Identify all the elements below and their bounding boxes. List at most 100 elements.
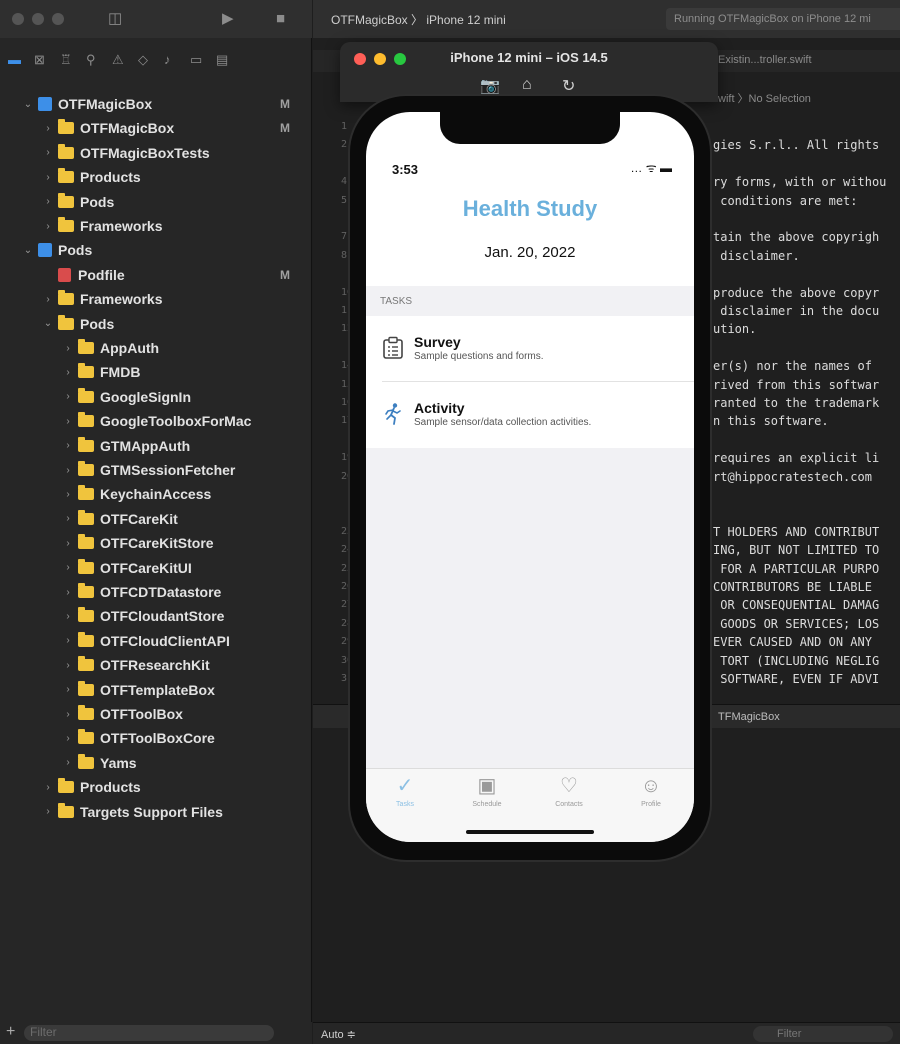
navigator-row[interactable]: › Yams bbox=[0, 751, 312, 775]
chevron-right-icon[interactable]: › bbox=[62, 465, 74, 476]
navigator-row[interactable]: › AppAuth bbox=[0, 336, 312, 360]
chevron-right-icon[interactable]: › bbox=[62, 733, 74, 744]
navigator-row[interactable]: › GTMAppAuth bbox=[0, 434, 312, 458]
code-line: gies S.r.l.. All rights bbox=[713, 138, 880, 153]
navigator-row[interactable]: › KeychainAccess bbox=[0, 482, 312, 506]
scheme-breadcrumb[interactable]: OTFMagicBox 〉 iPhone 12 mini bbox=[331, 11, 506, 28]
find-navigator-icon[interactable]: ⚲ bbox=[86, 52, 96, 68]
tab-tasks[interactable]: ✓ Tasks bbox=[370, 775, 440, 808]
chevron-right-icon[interactable]: › bbox=[42, 196, 54, 207]
tab-profile[interactable]: ☺ Profile bbox=[616, 775, 686, 808]
chevron-right-icon[interactable]: › bbox=[62, 709, 74, 720]
editor-tab[interactable]: Existin...troller.swift bbox=[718, 54, 812, 66]
navigator-row[interactable]: › OTFCareKitUI bbox=[0, 556, 312, 580]
folder-icon bbox=[78, 387, 94, 403]
chevron-right-icon[interactable]: › bbox=[42, 221, 54, 232]
window-zoom-button[interactable] bbox=[52, 13, 64, 25]
chevron-right-icon[interactable]: › bbox=[62, 367, 74, 378]
navigator-row[interactable]: › Frameworks bbox=[0, 287, 312, 311]
chevron-right-icon[interactable]: › bbox=[62, 587, 74, 598]
chevron-right-icon[interactable]: › bbox=[62, 513, 74, 524]
chevron-right-icon[interactable]: › bbox=[62, 757, 74, 768]
navigator-row[interactable]: › OTFCDTDatastore bbox=[0, 580, 312, 604]
report-navigator-icon[interactable]: ▤ bbox=[216, 52, 228, 68]
navigator-row[interactable]: › OTFMagicBoxTests bbox=[0, 141, 312, 165]
window-minimize-button[interactable] bbox=[32, 13, 44, 25]
source-control-navigator-icon[interactable]: ⊠ bbox=[34, 52, 45, 68]
navigator-row[interactable]: › OTFCareKitStore bbox=[0, 531, 312, 555]
navigator-row[interactable]: › Products bbox=[0, 165, 312, 189]
navigator-row[interactable]: › Pods bbox=[0, 190, 312, 214]
chevron-down-icon[interactable]: ⌄ bbox=[22, 245, 34, 256]
navigator-row[interactable]: › GoogleToolboxForMac bbox=[0, 409, 312, 433]
code-line: er(s) nor the names of bbox=[713, 359, 872, 374]
chevron-down-icon[interactable]: ⌄ bbox=[22, 99, 34, 110]
code-line: T HOLDERS AND CONTRIBUT bbox=[713, 524, 880, 539]
navigator-row[interactable]: › OTFCareKit bbox=[0, 507, 312, 531]
chevron-right-icon[interactable]: › bbox=[62, 343, 74, 354]
chevron-right-icon[interactable]: › bbox=[62, 611, 74, 622]
navigator-row[interactable]: › FMDB bbox=[0, 360, 312, 384]
navigator-row[interactable]: › OTFCloudantStore bbox=[0, 604, 312, 628]
navigator-row[interactable]: › Targets Support Files bbox=[0, 800, 312, 824]
navigator-row[interactable]: › Products bbox=[0, 775, 312, 799]
navigator-row[interactable]: › Frameworks bbox=[0, 214, 312, 238]
chevron-right-icon[interactable]: › bbox=[62, 635, 74, 646]
navigator-row-label: Yams bbox=[100, 754, 137, 771]
chevron-right-icon[interactable]: › bbox=[62, 440, 74, 451]
chevron-right-icon[interactable]: › bbox=[42, 147, 54, 158]
debug-navigator-icon[interactable]: ♪ bbox=[164, 52, 171, 68]
navigator-filter-field[interactable] bbox=[24, 1025, 274, 1041]
navigator-row[interactable]: › GTMSessionFetcher bbox=[0, 458, 312, 482]
tab-contacts[interactable]: ♡ Contacts bbox=[534, 775, 604, 808]
home-indicator[interactable] bbox=[466, 830, 594, 834]
chevron-right-icon[interactable]: › bbox=[42, 294, 54, 305]
chevron-right-icon[interactable]: › bbox=[62, 684, 74, 695]
stop-button[interactable]: ■ bbox=[276, 10, 285, 28]
list-background bbox=[366, 448, 694, 768]
chevron-right-icon[interactable]: › bbox=[42, 172, 54, 183]
chevron-right-icon[interactable]: › bbox=[62, 489, 74, 500]
modified-badge: M bbox=[280, 97, 290, 111]
code-line: rt@hippocratestech.com bbox=[713, 469, 872, 484]
folder-navigator-icon[interactable]: ▬ bbox=[8, 52, 21, 68]
navigator-row[interactable]: ⌄ Pods bbox=[0, 312, 312, 336]
home-icon[interactable]: ⌂ bbox=[522, 76, 532, 94]
breakpoint-navigator-icon[interactable]: ▭ bbox=[190, 52, 202, 68]
chevron-right-icon[interactable]: › bbox=[62, 660, 74, 671]
chevron-right-icon[interactable]: › bbox=[42, 782, 54, 793]
console-filter-field[interactable]: Filter bbox=[753, 1026, 893, 1042]
code-text[interactable]: gies S.r.l.. All rights ry forms, with or… bbox=[713, 108, 900, 698]
test-navigator-icon[interactable]: ◇ bbox=[138, 52, 148, 68]
issue-navigator-icon[interactable]: ⚠ bbox=[112, 52, 124, 68]
navigator-row[interactable]: › OTFCloudClientAPI bbox=[0, 629, 312, 653]
navigator-row[interactable]: › OTFResearchKit bbox=[0, 653, 312, 677]
sidebar-toggle-icon[interactable]: ◫ bbox=[108, 10, 122, 28]
chevron-right-icon[interactable]: › bbox=[62, 416, 74, 427]
chevron-right-icon[interactable]: › bbox=[42, 123, 54, 134]
rotate-icon[interactable]: ↻ bbox=[562, 76, 575, 96]
run-button[interactable]: ▶ bbox=[222, 10, 234, 28]
chevron-right-icon[interactable]: › bbox=[62, 391, 74, 402]
navigator-row[interactable]: › OTFToolBox bbox=[0, 702, 312, 726]
navigator-row[interactable]: ⌄ OTFMagicBox M bbox=[0, 92, 312, 116]
task-row-survey[interactable]: Survey Sample questions and forms. bbox=[366, 316, 694, 382]
navigator-row[interactable]: › GoogleSignIn bbox=[0, 385, 312, 409]
symbol-navigator-icon[interactable]: ♖ bbox=[60, 52, 72, 68]
add-file-icon[interactable]: + bbox=[6, 1023, 15, 1041]
navigator-row[interactable]: ⌄ Pods bbox=[0, 238, 312, 262]
variables-scope-select[interactable]: Auto ≑ bbox=[321, 1028, 356, 1041]
tab-schedule[interactable]: ▣ Schedule bbox=[452, 775, 522, 808]
screenshot-icon[interactable]: 📷 bbox=[480, 76, 500, 96]
chevron-right-icon[interactable]: › bbox=[62, 562, 74, 573]
chevron-right-icon[interactable]: › bbox=[62, 538, 74, 549]
chevron-right-icon[interactable]: › bbox=[42, 806, 54, 817]
chevron-down-icon[interactable]: ⌄ bbox=[42, 318, 54, 329]
navigator-row[interactable]: › OTFTemplateBox bbox=[0, 678, 312, 702]
navigator-row[interactable]: Podfile M bbox=[0, 263, 312, 287]
line-number-gutter: 1 2 4 5 7 8 10 11 12 14 15 16 17 19 20 23 24 25 26 27 28 29 30… bbox=[313, 108, 353, 698]
navigator-row[interactable]: › OTFToolBoxCore bbox=[0, 726, 312, 750]
task-row-activity[interactable]: Activity Sample sensor/data collection a… bbox=[366, 382, 694, 448]
navigator-row[interactable]: › OTFMagicBox M bbox=[0, 116, 312, 140]
window-close-button[interactable] bbox=[12, 13, 24, 25]
